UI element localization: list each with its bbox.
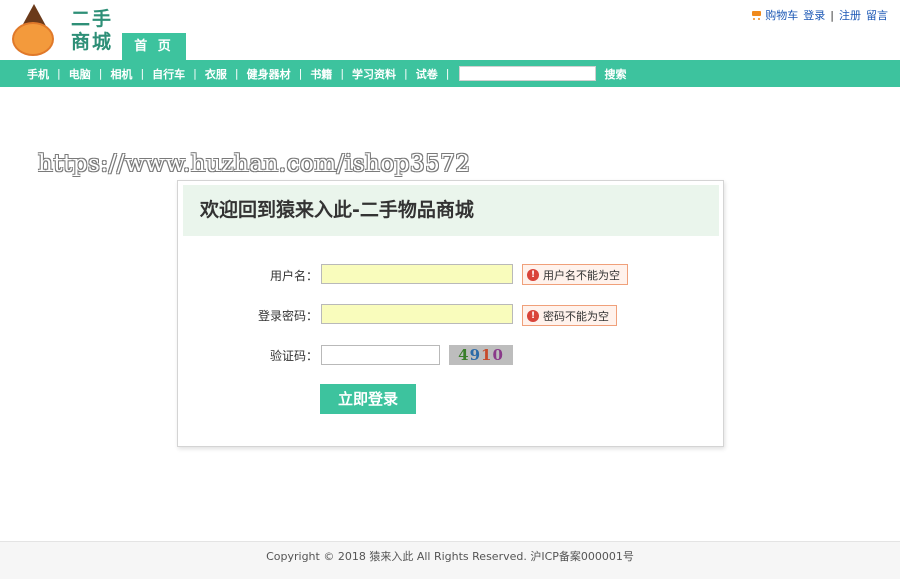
nav-item-clothes[interactable]: 衣服 (205, 66, 227, 82)
password-label: 登录密码： (257, 309, 318, 323)
link-divider: | (830, 8, 834, 22)
nav-divider: | (404, 67, 408, 80)
username-label: 用户名： (269, 269, 318, 283)
login-link[interactable]: 登录 (803, 7, 825, 23)
footer-copyright: Copyright © 2018 猿来入此 All Rights Reserve… (266, 550, 634, 563)
nav-divider: | (140, 67, 145, 80)
captcha-field[interactable] (321, 345, 440, 365)
cart-link[interactable]: 购物车 (750, 7, 798, 23)
nav-divider: | (98, 67, 103, 80)
watermark-text: https://www.huzhan.com/ishop3572 (38, 151, 471, 177)
nav-item-books[interactable]: 书籍 (310, 66, 332, 82)
nav-item-study-materials[interactable]: 学习资料 (352, 66, 396, 82)
nav-divider: | (340, 67, 345, 80)
logo-text: 二手商城 (70, 8, 113, 53)
site-footer: Copyright © 2018 猿来入此 All Rights Reserve… (0, 541, 900, 579)
nav-item-computers[interactable]: 电脑 (69, 66, 91, 82)
nav-item-bicycles[interactable]: 自行车 (152, 66, 185, 82)
site-header: 二手商城 首 页 购物车 登录 | 注册 留言 (0, 0, 900, 60)
cart-icon (750, 10, 763, 21)
captcha-image[interactable]: 4910 (449, 345, 513, 365)
password-error: ! 密码不能为空 (522, 305, 617, 326)
password-error-text: 密码不能为空 (543, 309, 609, 323)
password-field[interactable] (321, 304, 513, 324)
nav-divider: | (193, 67, 197, 80)
nav-item-fitness[interactable]: 健身器材 (247, 66, 291, 82)
nav-divider: | (57, 67, 61, 80)
nav-item-phones[interactable]: 手机 (27, 66, 49, 82)
captcha-char: 1 (481, 346, 493, 364)
message-link[interactable]: 留言 (866, 7, 888, 23)
username-error: ! 用户名不能为空 (522, 264, 628, 285)
site-logo[interactable]: 二手商城 (10, 4, 120, 60)
pumpkin-face-icon (12, 22, 54, 56)
login-button[interactable]: 立即登录 (320, 384, 416, 414)
login-panel: 欢迎回到猿来入此-二手物品商城 用户名： ! 用户名不能为空 登录密码： ! 密… (177, 180, 724, 447)
error-icon: ! (527, 268, 539, 281)
category-nav: 手机 | 电脑 | 相机 | 自行车 | 衣服 | 健身器材 | 书籍 | 学习… (0, 60, 900, 87)
username-error-text: 用户名不能为空 (543, 268, 620, 282)
cart-label: 购物车 (765, 9, 799, 22)
captcha-char: 4 (458, 346, 470, 364)
captcha-char: 9 (469, 346, 481, 364)
nav-divider: | (234, 67, 239, 80)
nav-divider: | (298, 67, 303, 80)
register-link[interactable]: 注册 (839, 7, 861, 23)
nav-divider: | (445, 67, 450, 80)
top-links: 购物车 登录 | 注册 留言 (750, 7, 888, 23)
login-title: 欢迎回到猿来入此-二手物品商城 (183, 185, 719, 236)
nav-item-cameras[interactable]: 相机 (110, 66, 132, 82)
username-field[interactable] (321, 264, 513, 284)
nav-item-exams[interactable]: 试卷 (416, 66, 438, 82)
search-input[interactable] (459, 66, 597, 81)
search-button[interactable]: 搜索 (604, 66, 626, 82)
captcha-char: 0 (492, 346, 504, 364)
error-icon: ! (527, 309, 539, 322)
captcha-label: 验证码： (269, 349, 318, 363)
home-tab[interactable]: 首 页 (122, 33, 186, 60)
